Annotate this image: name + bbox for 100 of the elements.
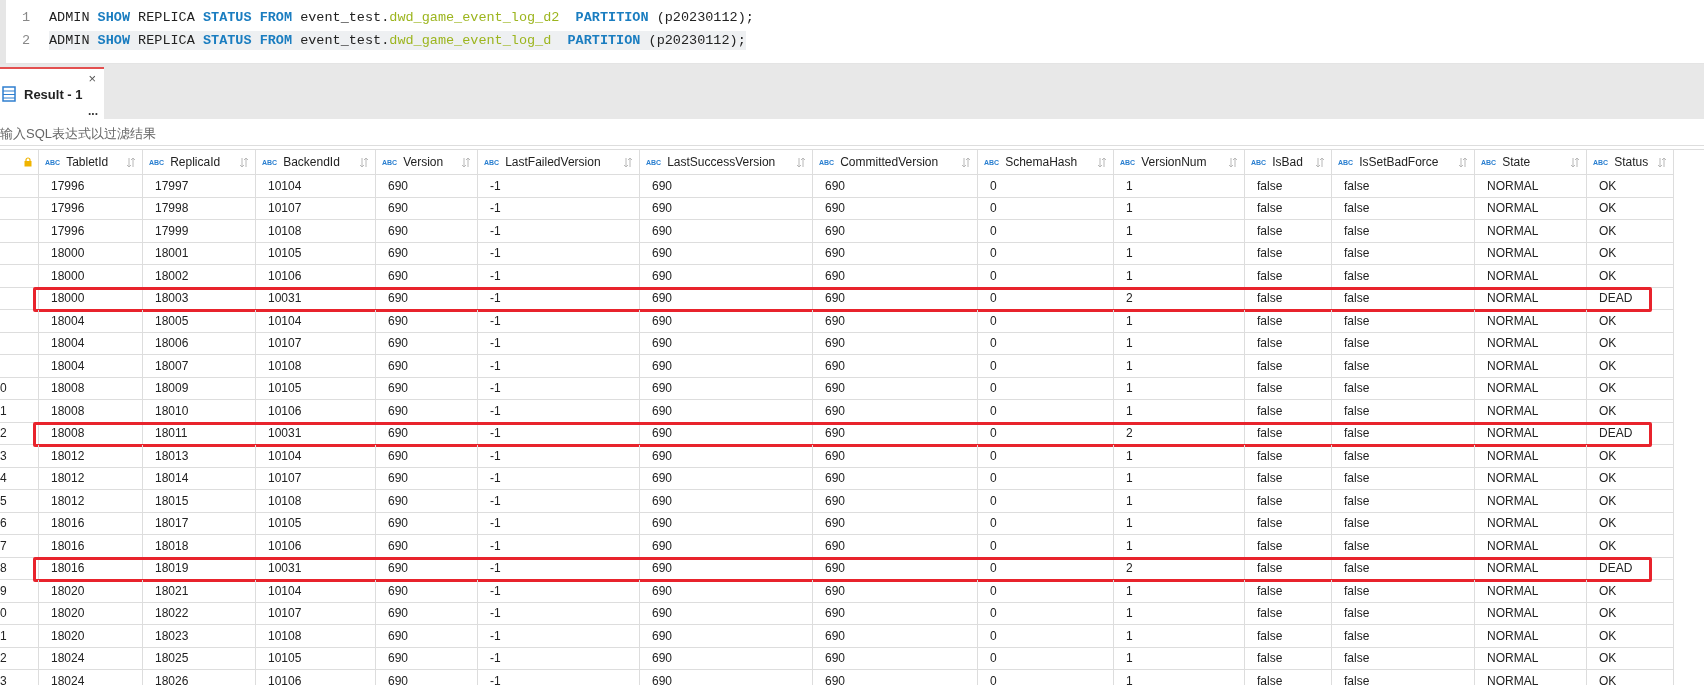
table-cell: 18000 xyxy=(39,287,143,310)
empty-row-number-cell xyxy=(0,310,39,333)
table-cell: 690 xyxy=(376,175,478,198)
table-cell: 0 xyxy=(978,625,1114,648)
table-cell: OK xyxy=(1587,467,1674,490)
table-cell: false xyxy=(1332,557,1475,580)
table-cell: 690 xyxy=(813,332,978,355)
table-cell: 690 xyxy=(813,220,978,243)
table-cell: 1 xyxy=(1114,175,1245,198)
table-cell: OK xyxy=(1587,647,1674,670)
table-cell: 18000 xyxy=(39,242,143,265)
table-cell: OK xyxy=(1587,490,1674,513)
table-cell: OK xyxy=(1587,377,1674,400)
row-number: 3 xyxy=(0,445,39,468)
table-cell: false xyxy=(1332,400,1475,423)
table-cell: 18012 xyxy=(39,445,143,468)
sort-icon[interactable] xyxy=(961,156,971,168)
table-cell: false xyxy=(1332,265,1475,288)
table-cell: NORMAL xyxy=(1475,535,1587,558)
table-cell: 690 xyxy=(813,400,978,423)
table-cell: OK xyxy=(1587,535,1674,558)
table-cell: NORMAL xyxy=(1475,287,1587,310)
table-cell: 0 xyxy=(978,490,1114,513)
sort-icon[interactable] xyxy=(1570,156,1580,168)
sort-icon[interactable] xyxy=(126,156,136,168)
sort-icon[interactable] xyxy=(623,156,633,168)
table-cell: 690 xyxy=(640,332,813,355)
table-cell: 0 xyxy=(978,670,1114,685)
table-cell: -1 xyxy=(478,197,640,220)
empty-row-number-cell xyxy=(0,355,39,378)
table-cell: 10107 xyxy=(256,467,376,490)
table-cell: 18024 xyxy=(39,670,143,685)
table-cell: 18005 xyxy=(143,310,256,333)
table-cell: 690 xyxy=(813,242,978,265)
table-cell: 690 xyxy=(376,287,478,310)
table-cell: 0 xyxy=(978,422,1114,445)
table-cell: 18021 xyxy=(143,580,256,603)
table-cell: -1 xyxy=(478,580,640,603)
sort-icon[interactable] xyxy=(1458,156,1468,168)
table-cell: 690 xyxy=(640,220,813,243)
table-cell: false xyxy=(1332,220,1475,243)
more-menu[interactable]: ... xyxy=(88,105,98,117)
table-cell: 17996 xyxy=(39,197,143,220)
sort-icon[interactable] xyxy=(359,156,369,168)
table-cell: OK xyxy=(1587,197,1674,220)
table-cell: 690 xyxy=(813,535,978,558)
table-cell: -1 xyxy=(478,625,640,648)
result-tab[interactable]: Result - 1 × ... xyxy=(0,67,104,119)
row-number: 9 xyxy=(0,580,39,603)
tab-label[interactable]: Result - 1 xyxy=(24,86,83,102)
table-cell: 0 xyxy=(978,557,1114,580)
table-cell: 10105 xyxy=(256,647,376,670)
table-cell: 690 xyxy=(813,377,978,400)
table-cell: false xyxy=(1245,670,1332,685)
row-number: 5 xyxy=(0,490,39,513)
table-cell: 690 xyxy=(813,580,978,603)
sort-icon[interactable] xyxy=(1097,156,1107,168)
table-cell: OK xyxy=(1587,175,1674,198)
table-cell: 10104 xyxy=(256,175,376,198)
table-cell: 690 xyxy=(813,467,978,490)
table-cell: 690 xyxy=(376,377,478,400)
sort-icon[interactable] xyxy=(461,156,471,168)
table-cell: 0 xyxy=(978,580,1114,603)
table-cell: 18016 xyxy=(39,535,143,558)
table-cell: false xyxy=(1245,602,1332,625)
table-cell: NORMAL xyxy=(1475,625,1587,648)
table-cell: -1 xyxy=(478,377,640,400)
table-cell: false xyxy=(1332,310,1475,333)
table-cell: 10104 xyxy=(256,580,376,603)
table-cell: 10105 xyxy=(256,242,376,265)
sort-icon[interactable] xyxy=(1315,156,1325,168)
table-cell: 18020 xyxy=(39,602,143,625)
table-cell: 690 xyxy=(376,602,478,625)
sort-icon[interactable] xyxy=(1657,156,1667,168)
table-cell: 18012 xyxy=(39,490,143,513)
sort-icon[interactable] xyxy=(796,156,806,168)
table-cell: -1 xyxy=(478,175,640,198)
table-cell: 1 xyxy=(1114,602,1245,625)
close-icon[interactable]: × xyxy=(88,71,96,86)
table-cell: 690 xyxy=(376,625,478,648)
table-cell: 1 xyxy=(1114,242,1245,265)
table-cell: NORMAL xyxy=(1475,197,1587,220)
table-cell: NORMAL xyxy=(1475,242,1587,265)
table-cell: NORMAL xyxy=(1475,310,1587,333)
table-cell: 690 xyxy=(376,197,478,220)
table-cell: 690 xyxy=(813,310,978,333)
table-cell: 690 xyxy=(640,670,813,685)
table-cell: 690 xyxy=(813,445,978,468)
table-cell: -1 xyxy=(478,220,640,243)
table-cell: 690 xyxy=(640,175,813,198)
sort-icon[interactable] xyxy=(1228,156,1238,168)
table-cell: 0 xyxy=(978,242,1114,265)
table-cell: 18023 xyxy=(143,625,256,648)
table-cell: OK xyxy=(1587,310,1674,333)
column-label: LastSuccessVersion xyxy=(667,155,777,169)
table-cell: 690 xyxy=(376,422,478,445)
sort-icon[interactable] xyxy=(239,156,249,168)
table-cell: 690 xyxy=(376,557,478,580)
table-cell: OK xyxy=(1587,220,1674,243)
table-cell: OK xyxy=(1587,625,1674,648)
